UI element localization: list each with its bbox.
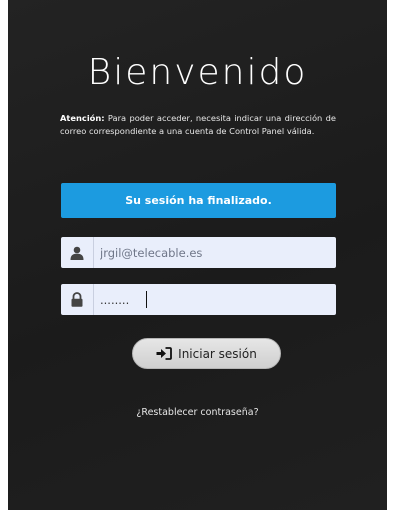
- login-panel: Bienvenido Atención: Para poder acceder,…: [8, 0, 387, 510]
- email-input[interactable]: [94, 237, 336, 268]
- password-input[interactable]: [94, 284, 336, 315]
- notice-label: Atención:: [60, 113, 105, 123]
- page-title: Bienvenido: [87, 52, 308, 93]
- login-button[interactable]: Iniciar sesión: [132, 338, 281, 369]
- session-expired-banner: Su sesión ha finalizado.: [61, 183, 336, 218]
- sign-in-icon: [156, 347, 173, 360]
- lock-icon: [61, 284, 94, 315]
- reset-password-link[interactable]: ¿Restablecer contraseña?: [8, 407, 387, 418]
- user-icon: [61, 237, 94, 268]
- text-cursor: [146, 291, 147, 308]
- email-field[interactable]: [61, 237, 336, 268]
- password-field[interactable]: [61, 284, 336, 315]
- login-button-label: Iniciar sesión: [178, 346, 257, 361]
- notice-text: Atención: Para poder acceder, necesita i…: [60, 112, 336, 138]
